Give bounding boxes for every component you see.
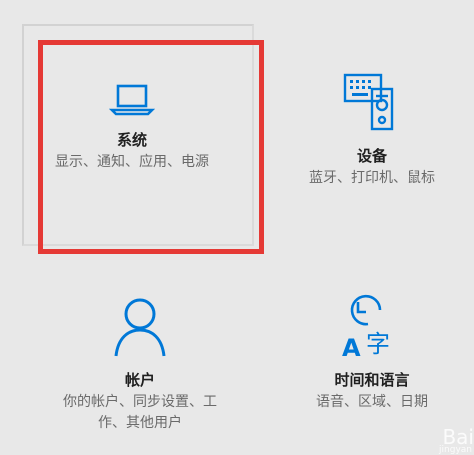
tile-accounts[interactable]: 帐户 你的帐户、同步设置、工作、其他用户 — [40, 290, 240, 434]
tile-time-title: 时间和语言 — [334, 371, 410, 389]
tile-system[interactable]: 系统 显示、通知、应用、电源 — [32, 30, 232, 255]
devices-icon — [343, 73, 394, 131]
tile-devices[interactable]: 设备 蓝牙、打印机、鼠标 — [272, 60, 472, 189]
settings-home: 系统 显示、通知、应用、电源 设备 蓝牙、打印机、鼠标 帐户 你的帐户、同步设置… — [0, 0, 474, 455]
tile-accounts-title: 帐户 — [124, 371, 155, 389]
tile-accounts-desc: 你的帐户、同步设置、工作、其他用户 — [63, 394, 217, 431]
tile-time-language[interactable]: A 字 时间和语言 语音、区域、日期 — [272, 290, 472, 413]
person-icon — [114, 298, 166, 357]
watermark-sub: jingyan — [439, 445, 472, 455]
svg-text:A: A — [342, 334, 361, 362]
tile-devices-desc: 蓝牙、打印机、鼠标 — [309, 170, 435, 186]
time-language-glyph: 字 — [366, 330, 390, 358]
tile-devices-title: 设备 — [356, 147, 387, 165]
tile-system-title: 系统 — [116, 131, 147, 149]
time-language-icon: A 字 — [342, 294, 390, 362]
tile-system-desc: 显示、通知、应用、电源 — [55, 154, 209, 170]
laptop-icon — [108, 84, 156, 116]
tile-time-desc: 语音、区域、日期 — [316, 394, 428, 410]
